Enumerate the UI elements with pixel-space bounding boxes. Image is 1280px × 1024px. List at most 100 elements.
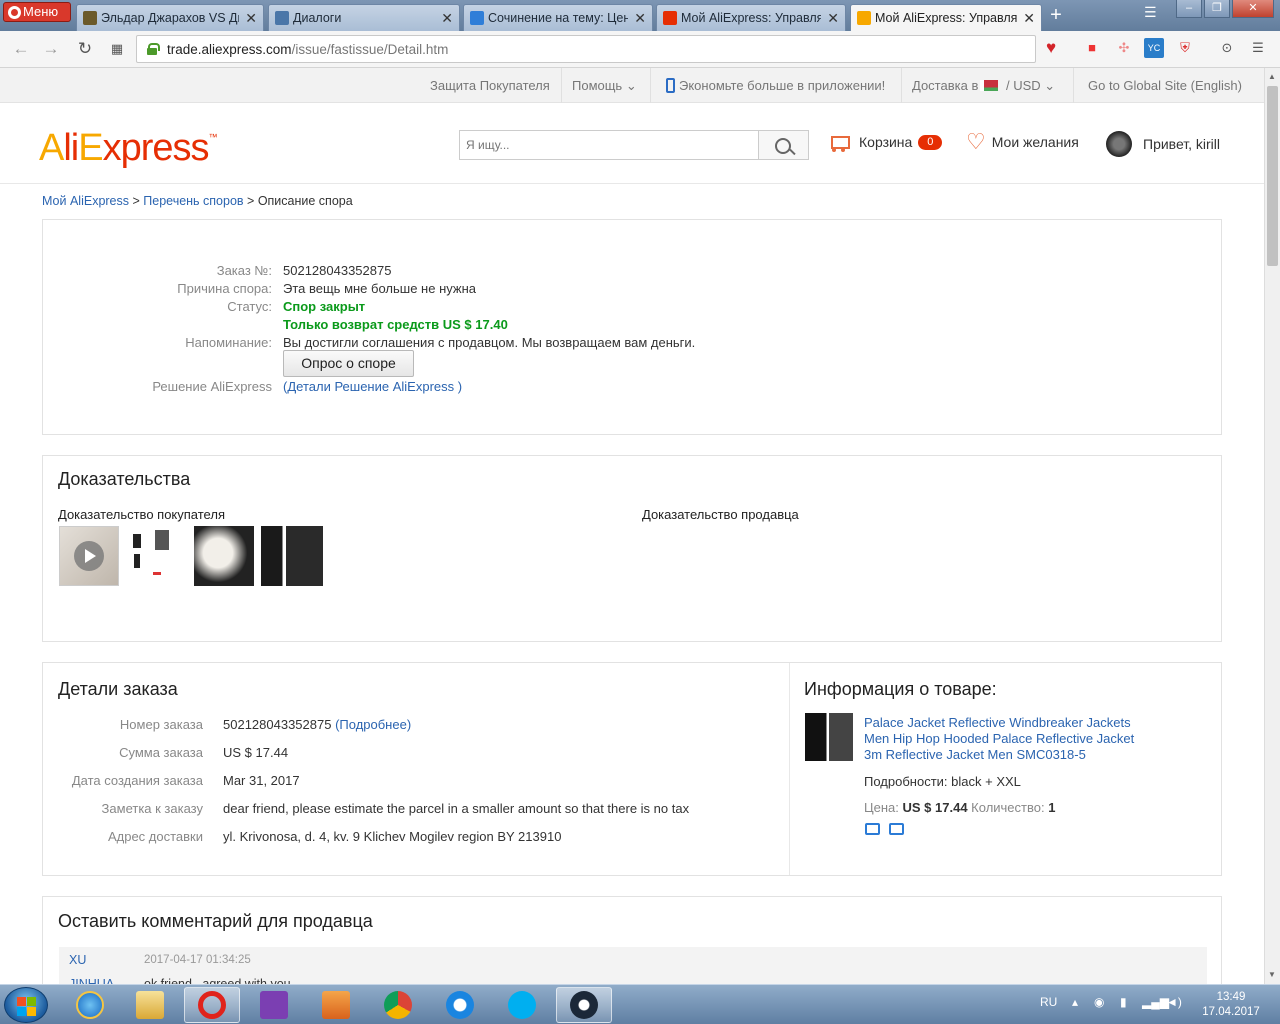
breadcrumb-my-aliexpress[interactable]: Мой AliExpress	[42, 194, 129, 208]
buyer-protection-link[interactable]: Защита Покупателя	[430, 68, 550, 103]
skype-icon[interactable]	[494, 987, 550, 1023]
breadcrumb-dispute-list[interactable]: Перечень споров	[143, 194, 243, 208]
tray-app-icon[interactable]: ◉	[1094, 995, 1104, 1009]
battery-icon[interactable]: ▮	[1120, 995, 1127, 1009]
extension-icon[interactable]: ■	[1082, 38, 1102, 58]
file-explorer-icon[interactable]	[122, 987, 178, 1023]
divider	[901, 68, 902, 103]
ship-to-label: Доставка в	[912, 78, 979, 93]
close-tab-icon[interactable]: ✕	[245, 10, 257, 27]
search-button[interactable]	[758, 131, 808, 159]
tray-arrow-icon[interactable]: ▴	[1072, 995, 1078, 1009]
forward-icon[interactable]: →	[40, 38, 62, 60]
phone-icon	[666, 78, 675, 93]
browser-tab[interactable]: Сочинение на тему: Цен ✕	[463, 4, 653, 31]
scroll-up-icon[interactable]: ▲	[1268, 72, 1276, 81]
product-thumbnail[interactable]	[805, 713, 853, 761]
steam-icon[interactable]	[556, 987, 612, 1023]
order-row-label: Номер заказа	[119, 717, 203, 732]
chrome-icon[interactable]	[370, 987, 426, 1023]
browser-tab[interactable]: Эльдар Джарахов VS Дми ✕	[76, 4, 264, 31]
evidence-image-thumbnail[interactable]	[261, 526, 323, 586]
browser-tab-active[interactable]: Мой AliExpress: Управлят ✕	[850, 4, 1042, 31]
aliexpress-logo[interactable]: AliExpress™	[39, 127, 218, 170]
close-tab-icon[interactable]: ✕	[441, 10, 453, 27]
browser-tab[interactable]: Диалоги ✕	[268, 4, 460, 31]
user-menu[interactable]: Привет, kirill	[1106, 131, 1220, 157]
window-controls: – ❐ ✕	[1176, 0, 1274, 18]
product-info-title: Информация о товаре:	[804, 679, 997, 699]
wishlist-label: Мои желания	[991, 134, 1079, 150]
minimize-icon[interactable]: –	[1176, 0, 1202, 18]
app-promo-label: Экономьте больше в приложении!	[679, 78, 886, 93]
url-domain: trade.aliexpress.com	[167, 41, 292, 57]
cart-icon	[828, 132, 850, 152]
address-bar[interactable]: trade.aliexpress.com /issue/fastissue/De…	[136, 35, 1036, 63]
breadcrumb-separator: >	[243, 194, 258, 208]
evidence-image-thumbnail[interactable]	[127, 526, 177, 586]
network-icon[interactable]: ▂▄▆	[1142, 995, 1169, 1009]
close-tab-icon[interactable]: ✕	[827, 10, 839, 27]
page-scrollbar[interactable]: ▲ ▼	[1264, 68, 1280, 984]
order-more-link[interactable]: (Подробнее)	[335, 717, 411, 732]
decision-close-paren: )	[454, 379, 463, 394]
close-window-icon[interactable]: ✕	[1232, 0, 1274, 18]
refund-value: Только возврат средств US $ 17.40	[283, 317, 508, 332]
aliexpress-decision-row: (Детали Решение AliExpress )	[283, 379, 462, 394]
product-price-row: Цена: US $ 17.44 Количество: 1	[864, 800, 1055, 815]
help-menu[interactable]: Помощь ⌄	[572, 68, 637, 103]
scrollbar-thumb[interactable]	[1267, 86, 1278, 266]
dispute-survey-button[interactable]: Опрос о споре	[283, 350, 414, 377]
opera-menu-button[interactable]: Меню	[3, 2, 71, 22]
price-label: Цена:	[864, 800, 899, 815]
app-promo-link[interactable]: Экономьте больше в приложении!	[666, 68, 885, 103]
dispute-summary-panel: Заказ №: 502128043352875 Причина спора: …	[42, 219, 1222, 435]
product-link[interactable]: Palace Jacket Reflective Windbreaker Jac…	[864, 715, 1139, 763]
tab-menu-icon[interactable]: ☰	[1144, 4, 1157, 21]
evidence-image-thumbnail[interactable]	[194, 526, 254, 586]
speed-dial-icon[interactable]: ▦	[106, 38, 128, 60]
opera-taskbar-icon[interactable]	[184, 987, 240, 1023]
order-row-value: dear friend, please estimate the parcel …	[223, 801, 690, 816]
site-topnav: Защита Покупателя Помощь ⌄ Экономьте бол…	[0, 68, 1264, 103]
menu-icon[interactable]: ☰	[1248, 38, 1268, 58]
download-icon[interactable]: ⊙	[1217, 38, 1237, 58]
heart-bookmark-icon[interactable]: ♥	[1041, 38, 1061, 58]
order-row-label: Адрес доставки	[107, 829, 203, 844]
windows-start-button[interactable]	[4, 987, 48, 1023]
message-icon[interactable]	[889, 823, 904, 835]
scroll-down-icon[interactable]: ▼	[1268, 970, 1276, 979]
divider	[789, 663, 790, 875]
close-tab-icon[interactable]: ✕	[634, 10, 646, 27]
reload-icon[interactable]: ↻	[74, 38, 96, 60]
volume-icon[interactable]: ◄)	[1166, 995, 1182, 1009]
back-icon[interactable]: ←	[10, 38, 32, 60]
cart-count-badge: 0	[918, 134, 943, 150]
site-header: AliExpress™ Корзина 0 ♡ Мои желания Прив…	[0, 103, 1264, 184]
shipping-icon[interactable]	[865, 823, 880, 835]
shield-icon[interactable]: ⛨	[1175, 38, 1195, 58]
buyer-evidence-title: Доказательство покупателя	[58, 507, 225, 522]
app-icon[interactable]	[432, 987, 488, 1023]
wishlist-link[interactable]: ♡ Мои желания	[966, 131, 1079, 153]
extension-icon[interactable]: ✣	[1114, 38, 1134, 58]
opera-logo-icon	[8, 5, 21, 19]
order-row-value: yl. Krivonosa, d. 4, kv. 9 Klichev Mogil…	[223, 829, 562, 844]
system-clock[interactable]: 13:49 17.04.2017	[1194, 990, 1268, 1020]
evidence-video-thumbnail[interactable]	[59, 526, 119, 586]
visual-studio-icon[interactable]	[246, 987, 302, 1023]
yc-extension-icon[interactable]: YC	[1144, 38, 1164, 58]
search-input[interactable]	[460, 131, 758, 159]
internet-explorer-icon[interactable]	[62, 987, 118, 1023]
language-indicator[interactable]: RU	[1040, 995, 1057, 1009]
aliexpress-decision-link[interactable]: Детали Решение AliExpress	[287, 379, 454, 394]
new-tab-button[interactable]: +	[1044, 5, 1068, 26]
maximize-icon[interactable]: ❐	[1204, 0, 1230, 18]
cart-link[interactable]: Корзина 0	[828, 132, 943, 152]
browser-tab[interactable]: Мой AliExpress: Управлят ✕	[656, 4, 846, 31]
close-tab-icon[interactable]: ✕	[1023, 10, 1035, 27]
media-player-icon[interactable]	[308, 987, 364, 1023]
global-site-link[interactable]: Go to Global Site (English)	[1088, 68, 1242, 103]
ship-to-selector[interactable]: Доставка в / USD ⌄	[912, 68, 1055, 103]
breadcrumb-separator: >	[129, 194, 144, 208]
